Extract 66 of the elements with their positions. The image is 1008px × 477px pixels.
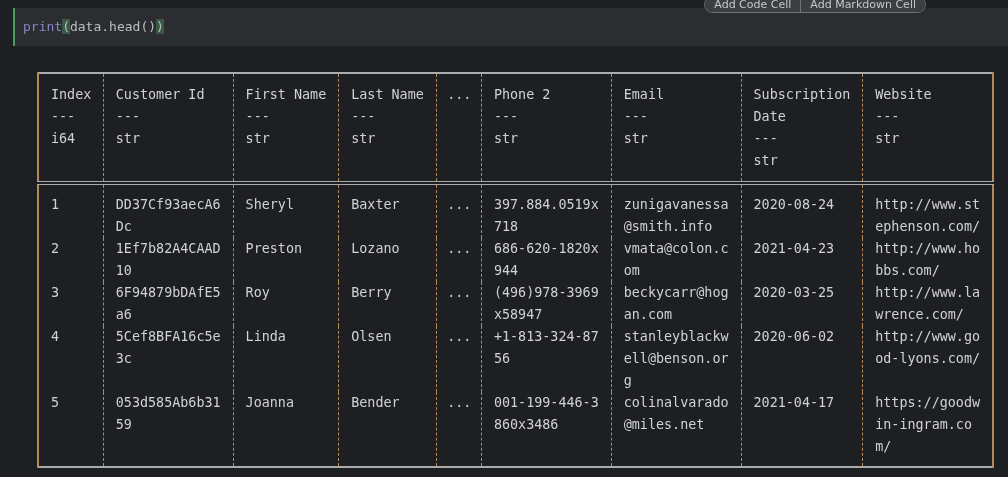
column-header: First Name — [245, 87, 327, 102]
table-cell: 397.884.0519x718 — [493, 197, 599, 234]
table-cell: ... — [447, 241, 472, 256]
header-separator: --- — [351, 109, 376, 124]
table-cell: Berry — [351, 285, 392, 300]
table-cell: colinalvarado@miles.net — [623, 395, 729, 432]
column-header: Website — [875, 87, 932, 102]
table-cell: Lozano — [351, 241, 400, 256]
table-cell: Linda — [245, 329, 286, 344]
column-dtype: str — [493, 131, 519, 146]
code-line[interactable]: print(data.head()) — [23, 17, 164, 37]
column-dtype: str — [753, 153, 778, 168]
header-separator: --- — [875, 109, 900, 124]
table-cell: 4 — [51, 329, 60, 344]
table-cell: +1-813-324-8756 — [493, 329, 599, 366]
table-cell: Sheryl — [245, 197, 294, 212]
table-cell: 1 — [51, 197, 60, 212]
table-cell: DD37Cf93aecA6Dc — [115, 197, 221, 234]
table-cell: ... — [447, 197, 472, 212]
table-cell: 2021-04-23 — [753, 241, 835, 256]
column-header: Email — [623, 87, 665, 102]
toolbar-button[interactable]: Add Markdown Cell — [800, 0, 925, 12]
table-cell: Bender — [351, 395, 400, 410]
header-separator: --- — [245, 109, 270, 124]
toolbar-button[interactable]: Add Code Cell — [705, 0, 801, 12]
column-header: Phone 2 — [493, 87, 551, 102]
table-cell: Joanna — [245, 395, 294, 410]
column-header: Subscription Date — [753, 87, 851, 124]
column-dtype: str — [351, 131, 376, 146]
table-cell: ... — [447, 329, 472, 344]
header-separator: --- — [115, 109, 140, 124]
table-cell: 2020-08-24 — [753, 197, 835, 212]
table-cell: 1Ef7b82A4CAAD10 — [115, 241, 221, 278]
table-cell: Preston — [245, 241, 303, 256]
table-cell: (496)978-3969x58947 — [493, 285, 599, 322]
table-cell: 686-620-1820x944 — [493, 241, 599, 278]
ellipsis-header: ... — [447, 87, 472, 102]
column-dtype: str — [115, 131, 140, 146]
table-cell: https://goodwin-ingram.com/ — [875, 395, 981, 454]
column-header: Last Name — [351, 87, 424, 102]
table-cell: ... — [447, 395, 472, 410]
table-cell: Baxter — [351, 197, 400, 212]
column-header: Index — [51, 87, 92, 102]
table-cell: ... — [447, 285, 472, 300]
table-cell: 2021-04-17 — [753, 395, 835, 410]
header-separator: --- — [493, 109, 519, 124]
table-cell: Olsen — [351, 329, 392, 344]
table-cell: 2020-06-02 — [753, 329, 835, 344]
header-separator: --- — [51, 109, 76, 124]
table-cell: 2 — [51, 241, 60, 256]
column-dtype: i64 — [51, 131, 76, 146]
table-cell: 6F94879bDAfE5a6 — [115, 285, 221, 322]
column-dtype: str — [245, 131, 270, 146]
column-header: Customer Id — [115, 87, 205, 102]
table-cell: 053d585Ab6b3159 — [115, 395, 221, 432]
header-separator: --- — [623, 109, 648, 124]
table-cell: 5Cef8BFA16c5e3c — [115, 329, 221, 366]
table-cell: 5 — [51, 395, 60, 410]
header-separator: --- — [753, 131, 778, 146]
column-dtype: str — [875, 131, 900, 146]
table-cell: http://www.good-lyons.com/ — [875, 329, 981, 366]
table-cell: 3 — [51, 285, 60, 300]
table-cell: 001-199-446-3860x3486 — [493, 395, 599, 432]
table-cell: Roy — [245, 285, 270, 300]
table-cell: 2020-03-25 — [753, 285, 835, 300]
column-dtype: str — [623, 131, 648, 146]
